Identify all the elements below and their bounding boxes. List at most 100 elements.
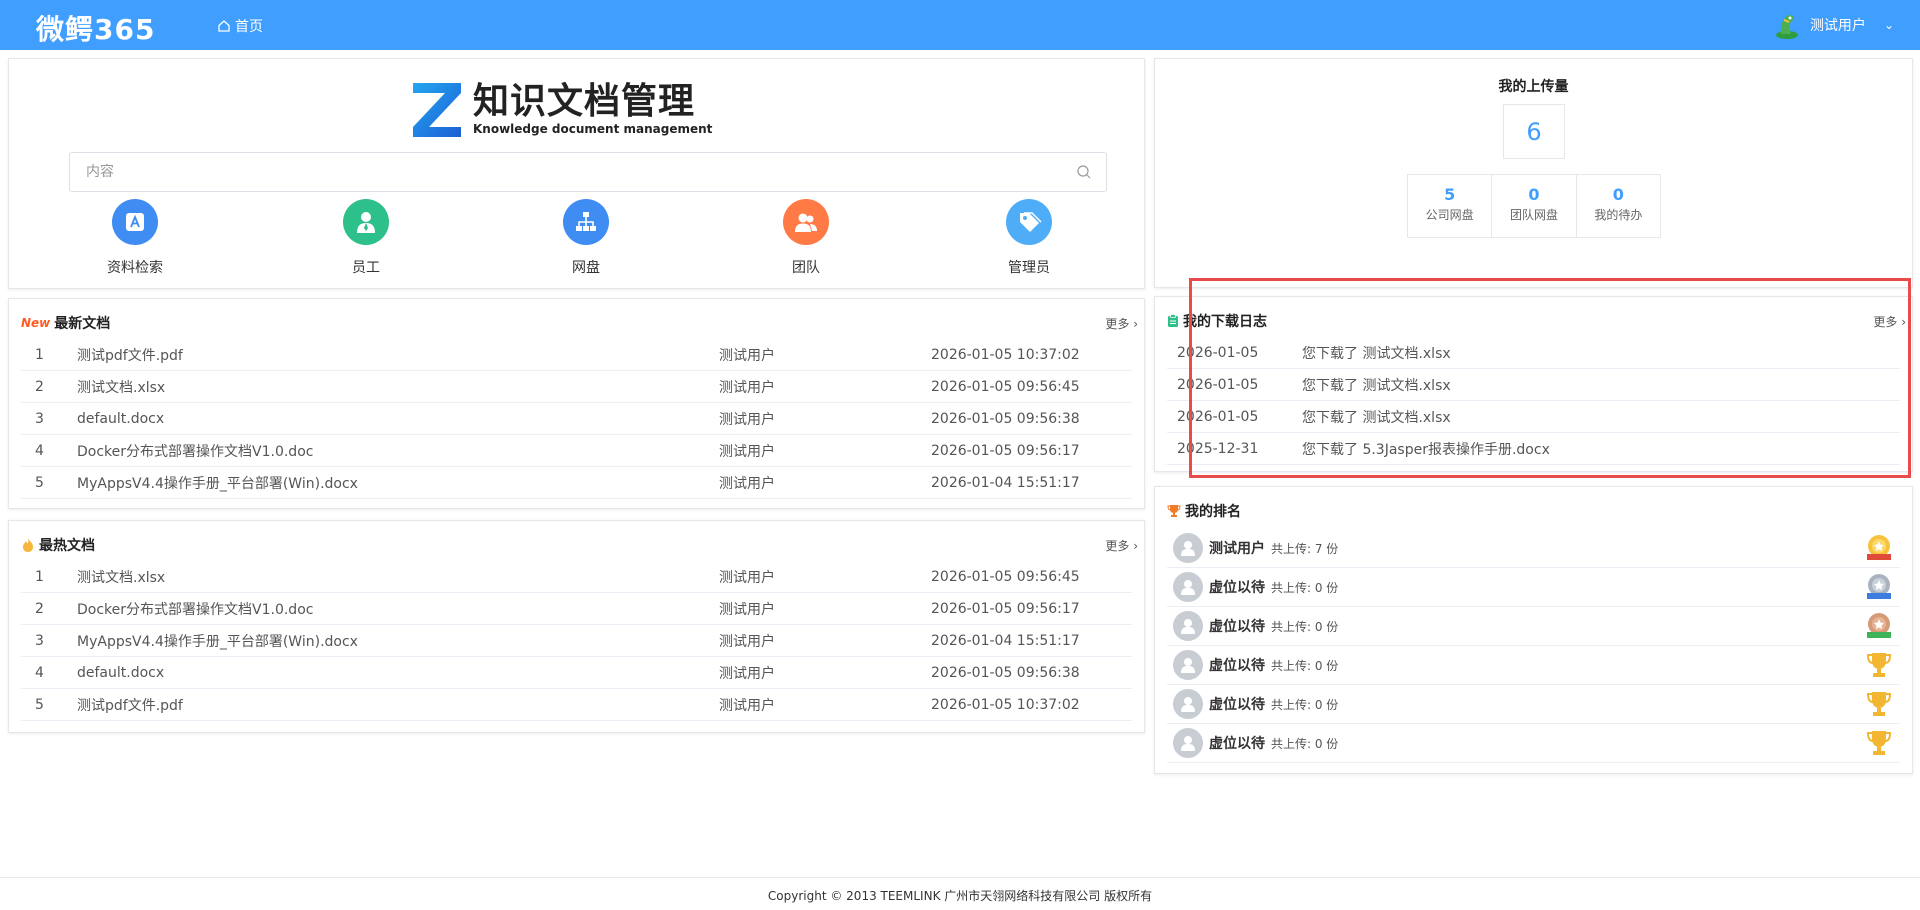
user-avatar-icon (1775, 15, 1798, 39)
panel-title: 最新文档 (54, 316, 111, 332)
doc-name[interactable]: Docker分布式部署操作文档V1.0.doc (77, 441, 719, 461)
table-row[interactable]: 2 Docker分布式部署操作文档V1.0.doc 测试用户 2026-01-05 0… (21, 593, 1132, 625)
nav-home-label: 首页 (235, 19, 263, 35)
doc-time: 2026-01-05 09:56:38 (931, 664, 1080, 681)
list-item: 虚位以待 共上传: 0 份 (1167, 607, 1900, 646)
rank-count: 共上传: 7 份 (1271, 541, 1339, 556)
search-doc-icon (112, 199, 158, 245)
quick-link-label: 资料检索 (107, 260, 163, 276)
rank-name: 虚位以待 (1209, 658, 1265, 674)
doc-time: 2026-01-05 09:56:17 (931, 442, 1080, 459)
table-row[interactable]: 3 MyAppsV4.4操作手册_平台部署(Win).docx 测试用户 2026-0… (21, 625, 1132, 657)
stat-my-todo[interactable]: 0 我的待办 (1575, 175, 1660, 237)
doc-name[interactable]: default.docx (77, 665, 719, 681)
rank-name: 虚位以待 (1209, 736, 1265, 752)
hero-panel: 知识文档管理 Knowledge document management 资料检… (8, 58, 1145, 289)
table-row[interactable]: 4 Docker分布式部署操作文档V1.0.doc 测试用户 2026-01-05 0… (21, 435, 1132, 467)
flame-icon (23, 538, 33, 552)
rank-name: 虚位以待 (1209, 580, 1265, 596)
doc-user: 测试用户 (719, 347, 775, 364)
log-text: 您下载了 测试文档.xlsx (1302, 345, 1451, 362)
table-row[interactable]: 5 测试pdf文件.pdf 测试用户 2026-01-05 10:37:02 (21, 689, 1132, 721)
trophy-icon (1866, 653, 1892, 677)
list-item[interactable]: 2026-01-05 您下载了 测试文档.xlsx (1167, 401, 1900, 433)
nav-home-link[interactable]: 首页 (217, 16, 263, 36)
quick-link-label: 团队 (792, 260, 820, 276)
doc-name[interactable]: 测试文档.xlsx (77, 377, 719, 397)
table-row[interactable]: 5 MyAppsV4.4操作手册_平台部署(Win).docx 测试用户 2026-0… (21, 467, 1132, 499)
log-text: 您下载了 测试文档.xlsx (1302, 409, 1451, 426)
table-row[interactable]: 3 default.docx 测试用户 2026-01-05 09:56:38 (21, 403, 1132, 435)
panel-title: 我的上传量 (1498, 79, 1569, 95)
doc-name[interactable]: MyAppsV4.4操作手册_平台部署(Win).docx (77, 473, 719, 493)
doc-name[interactable]: Docker分布式部署操作文档V1.0.doc (77, 599, 719, 619)
brand-title-en: Knowledge document management (473, 122, 713, 136)
new-badge-icon: New (21, 316, 51, 330)
trophy-icon (1866, 731, 1892, 755)
rank-name: 虚位以待 (1209, 619, 1265, 635)
search-box[interactable] (69, 152, 1107, 192)
rank-name: 测试用户 (1209, 541, 1265, 557)
clipboard-icon (1168, 314, 1178, 327)
doc-name[interactable]: 测试pdf文件.pdf (77, 695, 719, 715)
avatar (1173, 533, 1203, 563)
doc-name[interactable]: MyAppsV4.4操作手册_平台部署(Win).docx (77, 631, 719, 651)
doc-user: 测试用户 (719, 443, 775, 460)
table-row[interactable]: 2 测试文档.xlsx 测试用户 2026-01-05 09:56:45 (21, 371, 1132, 403)
doc-user: 测试用户 (719, 697, 775, 714)
ranking-panel: 我的排名 测试用户 共上传: 7 份 虚位以待 共上传: 0 份 虚位以待 共上… (1154, 486, 1913, 774)
more-link[interactable]: 更多 › (1873, 313, 1906, 330)
row-index: 3 (35, 410, 44, 427)
table-row[interactable]: 1 测试文档.xlsx 测试用户 2026-01-05 09:56:45 (21, 561, 1132, 593)
app-logo[interactable]: 微鳄365 (36, 8, 155, 48)
search-icon[interactable] (1076, 164, 1092, 180)
doc-user: 测试用户 (719, 633, 775, 650)
quick-link-employee[interactable]: 员工 (306, 199, 426, 277)
list-item[interactable]: 2026-01-05 您下载了 测试文档.xlsx (1167, 337, 1900, 369)
newest-docs-panel: New 最新文档 更多 › 1 测试pdf文件.pdf 测试用户 2026-01-05… (8, 298, 1145, 509)
top-navbar: 微鳄365 首页 测试用户 ⌄ (0, 0, 1920, 50)
doc-user: 测试用户 (719, 475, 775, 492)
list-item: 虚位以待 共上传: 0 份 (1167, 685, 1900, 724)
gold-medal-icon (1867, 535, 1891, 560)
table-row[interactable]: 1 测试pdf文件.pdf 测试用户 2026-01-05 10:37:02 (21, 339, 1132, 371)
upload-stats: 5 公司网盘 0 团队网盘 0 我的待办 (1407, 174, 1661, 238)
quick-link-search-docs[interactable]: 资料检索 (75, 199, 195, 277)
doc-name[interactable]: 测试pdf文件.pdf (77, 345, 719, 365)
list-item: 测试用户 共上传: 7 份 (1167, 529, 1900, 568)
list-item[interactable]: 2026-01-05 您下载了 测试文档.xlsx (1167, 369, 1900, 401)
table-row[interactable]: 4 default.docx 测试用户 2026-01-05 09:56:38 (21, 657, 1132, 689)
more-link[interactable]: 更多 › (1105, 315, 1138, 332)
trophy-icon (1866, 692, 1892, 716)
rank-count: 共上传: 0 份 (1271, 697, 1339, 712)
stat-team-disk[interactable]: 0 团队网盘 (1491, 175, 1575, 237)
copyright-text: Copyright © 2013 TEEMLINK 广州市天翎网络科技有限公司 … (767, 889, 1153, 903)
doc-name[interactable]: default.docx (77, 411, 719, 427)
rank-count: 共上传: 0 份 (1271, 736, 1339, 751)
log-text: 您下载了 测试文档.xlsx (1302, 377, 1451, 394)
chevron-down-icon: ⌄ (1883, 18, 1894, 32)
home-icon (218, 20, 230, 32)
search-input[interactable] (84, 163, 1076, 181)
log-date: 2025-12-31 (1177, 440, 1259, 457)
quick-link-network-disk[interactable]: 网盘 (526, 199, 646, 277)
my-uploads-panel: 我的上传量 6 5 公司网盘 0 团队网盘 0 我的待办 (1154, 58, 1913, 288)
admin-tag-icon (1006, 199, 1052, 245)
doc-user: 测试用户 (719, 601, 775, 618)
quick-link-admin[interactable]: 管理员 (969, 199, 1089, 277)
user-menu[interactable]: 测试用户 ⌄ (1772, 10, 1894, 40)
z-logo-icon (413, 83, 461, 137)
trophy-icon (1167, 505, 1181, 517)
doc-time: 2026-01-05 10:37:02 (931, 696, 1080, 713)
log-date: 2026-01-05 (1177, 344, 1259, 361)
list-item[interactable]: 2025-12-31 您下载了 5.3Jasper报表操作手册.docx (1167, 433, 1900, 465)
doc-time: 2026-01-05 09:56:45 (931, 378, 1080, 395)
more-link[interactable]: 更多 › (1105, 537, 1138, 554)
doc-user: 测试用户 (719, 379, 775, 396)
quick-link-team[interactable]: 团队 (746, 199, 866, 277)
doc-name[interactable]: 测试文档.xlsx (77, 567, 719, 587)
quick-link-label: 网盘 (572, 260, 600, 276)
network-disk-icon (563, 199, 609, 245)
brand-logo: 知识文档管理 Knowledge document management (409, 79, 712, 139)
stat-company-disk[interactable]: 5 公司网盘 (1408, 175, 1491, 237)
